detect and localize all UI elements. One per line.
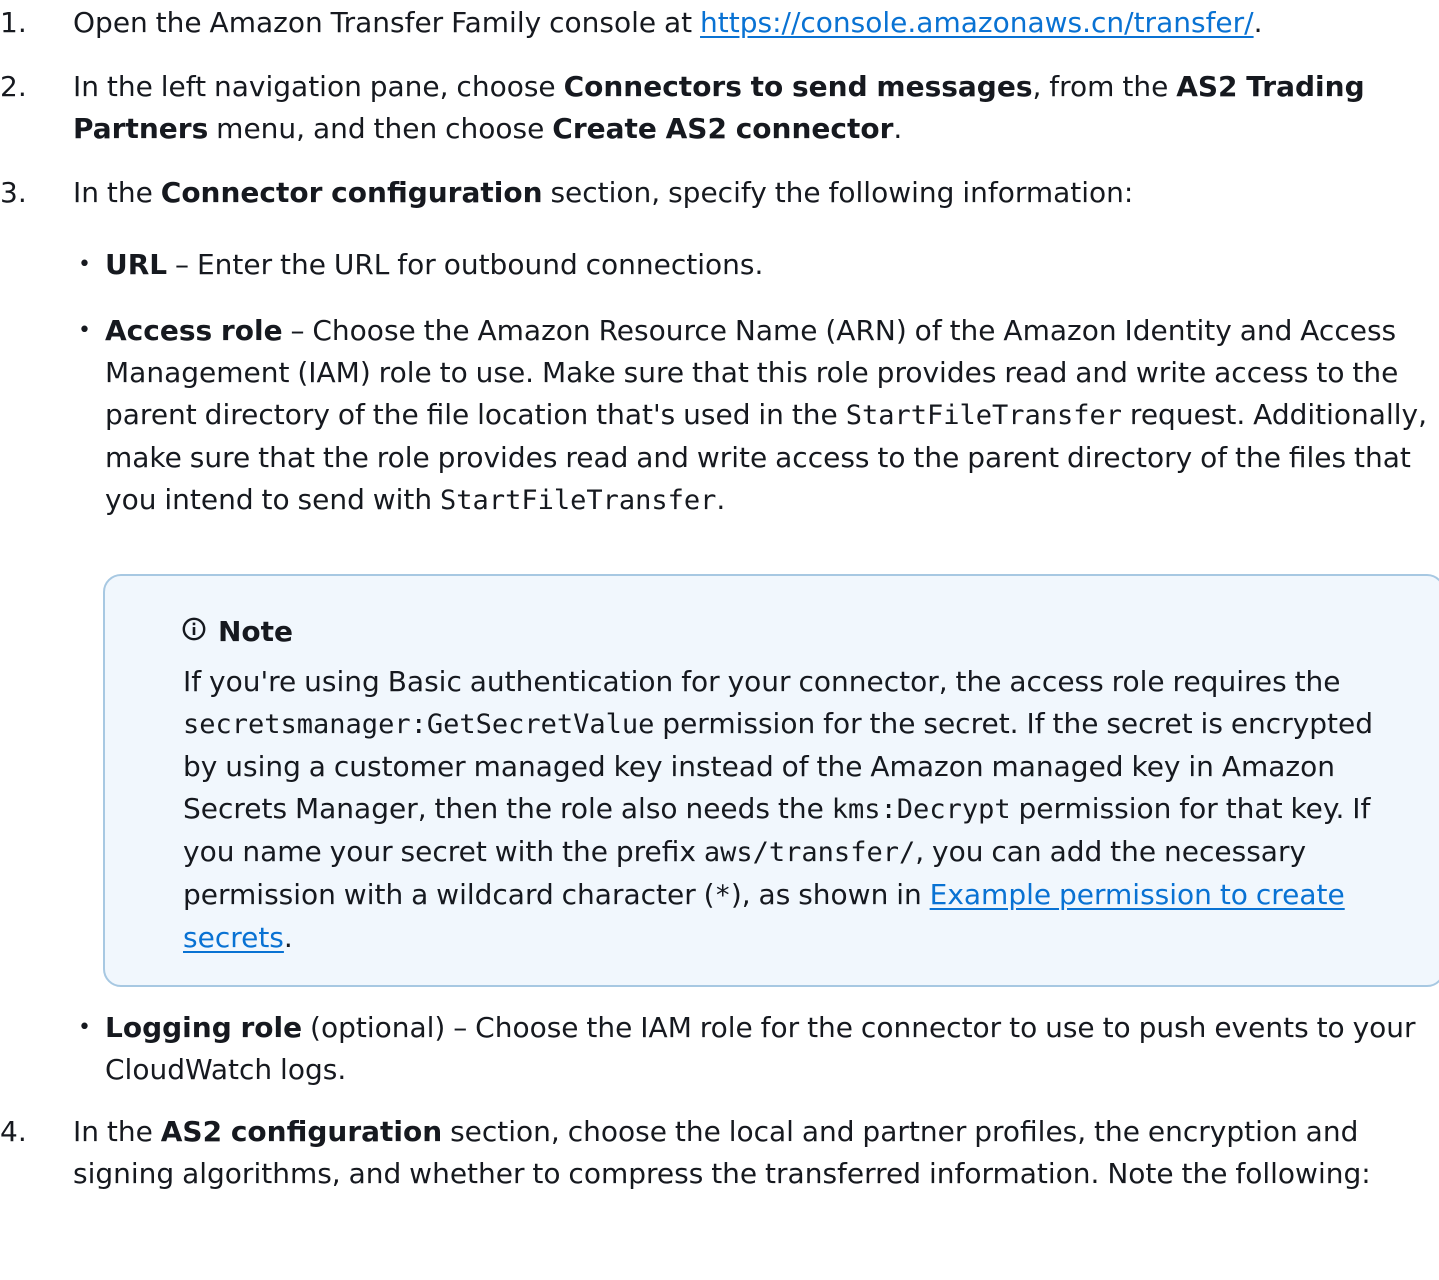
- step-number: 2.: [0, 70, 27, 103]
- text-run: .: [283, 921, 293, 954]
- code-term: kms:Decrypt: [831, 794, 1011, 825]
- note-callout: Note If you're using Basic authenticatio…: [103, 574, 1439, 987]
- step-1: 1. Open the Amazon Transfer Family conso…: [0, 2, 1439, 44]
- text-run: Open the Amazon Transfer Family console …: [73, 6, 701, 39]
- connector-config-list: URL – Enter the URL for outbound connect…: [73, 244, 1439, 1091]
- procedure-document: 1. Open the Amazon Transfer Family conso…: [0, 0, 1439, 1195]
- console-link[interactable]: https://console.amazonaws.cn/transfer/: [700, 6, 1254, 39]
- step-text: Open the Amazon Transfer Family console …: [73, 2, 1439, 44]
- ui-term: Connectors to send messages: [563, 70, 1033, 103]
- code-term: StartFileTransfer: [845, 400, 1123, 431]
- bullet-url: URL – Enter the URL for outbound connect…: [78, 244, 1439, 286]
- procedure-steps: 1. Open the Amazon Transfer Family conso…: [0, 0, 1439, 1195]
- note-body: If you're using Basic authentication for…: [183, 610, 1403, 959]
- text-run: In the left navigation pane, choose: [73, 70, 564, 103]
- text-run: In the: [73, 1115, 161, 1148]
- step-text: In the left navigation pane, choose Conn…: [73, 66, 1439, 150]
- text-run: – Enter the URL for outbound connections…: [167, 248, 764, 281]
- note-title: Note: [218, 615, 294, 648]
- step-number: 3.: [0, 176, 27, 209]
- text-run: .: [716, 483, 726, 516]
- step-4: 4. In the AS2 configuration section, cho…: [0, 1111, 1439, 1195]
- ui-term: Create AS2 connector: [552, 112, 894, 145]
- text-run: (optional) – Choose the IAM role for the…: [105, 1011, 1416, 1086]
- code-term: StartFileTransfer: [440, 485, 717, 516]
- field-name: Logging role: [105, 1011, 303, 1044]
- ui-term: Connector configuration: [160, 176, 543, 209]
- bullet-access-role: Access role – Choose the Amazon Resource…: [78, 310, 1439, 987]
- text-run: If you're using Basic authentication for…: [183, 665, 1341, 698]
- text-run: ), as shown in: [730, 878, 930, 911]
- step-text: In the AS2 configuration section, choose…: [73, 1111, 1439, 1195]
- text-run: .: [893, 112, 903, 145]
- code-term: secretsmanager:GetSecretValue: [183, 709, 655, 740]
- info-icon: [182, 617, 206, 641]
- text-run: menu, and then choose: [208, 112, 553, 145]
- text-run: .: [1253, 6, 1263, 39]
- text-run: , from the: [1032, 70, 1177, 103]
- text-run: section, specify the following informati…: [542, 176, 1134, 209]
- step-number: 1.: [0, 6, 27, 39]
- note-header: Note: [182, 611, 294, 653]
- field-name: Access role: [105, 314, 283, 347]
- field-name: URL: [105, 248, 168, 281]
- step-3: 3. In the Connector configuration sectio…: [0, 172, 1439, 1091]
- step-number: 4.: [0, 1115, 27, 1148]
- code-term: aws/transfer/: [703, 837, 916, 868]
- text-run: In the: [73, 176, 161, 209]
- step-2: 2. In the left navigation pane, choose C…: [0, 66, 1439, 150]
- ui-term: AS2 configuration: [160, 1115, 443, 1148]
- code-term: *: [714, 880, 731, 911]
- step-text: In the Connector configuration section, …: [73, 172, 1439, 214]
- bullet-logging-role: Logging role (optional) – Choose the IAM…: [78, 1007, 1439, 1091]
